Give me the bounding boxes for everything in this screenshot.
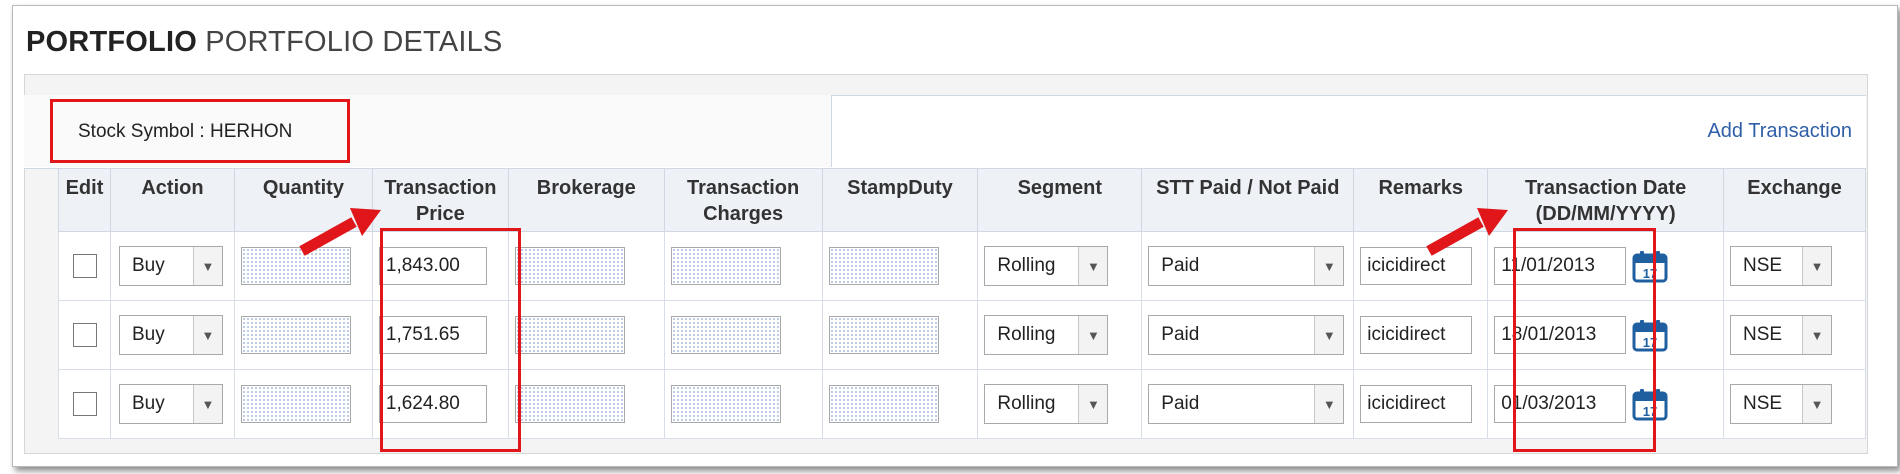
remarks-input[interactable]: icicidirect xyxy=(1360,385,1473,423)
brokerage-cell xyxy=(507,369,665,439)
page-title: PORTFOLIO PORTFOLIO DETAILS xyxy=(26,26,502,59)
col-exchange: Exchange xyxy=(1723,168,1866,232)
action-select[interactable]: Buy ▼ xyxy=(118,315,223,355)
exchange-cell: NSE ▼ xyxy=(1723,300,1866,370)
segment-select[interactable]: Rolling ▼ xyxy=(984,315,1109,355)
action-select[interactable]: Buy ▼ xyxy=(118,246,223,286)
col-transaction-date: Transaction Date (DD/MM/YYYY) xyxy=(1487,168,1725,232)
col-brokerage: Brokerage xyxy=(507,168,665,232)
brokerage-cell xyxy=(507,231,665,301)
remarks-input[interactable]: icicidirect xyxy=(1360,316,1473,354)
action-select[interactable]: Buy ▼ xyxy=(118,384,223,424)
annotation-box-date-column xyxy=(1513,228,1656,452)
edit-cell xyxy=(58,300,111,370)
col-transaction-price: Transaction Price xyxy=(371,168,509,232)
annotation-box-stock-symbol xyxy=(50,99,350,163)
col-stampduty: StampDuty xyxy=(821,168,979,232)
exchange-cell: NSE ▼ xyxy=(1723,369,1866,439)
charges-cell xyxy=(663,369,823,439)
stampduty-cell xyxy=(821,300,979,370)
stt-cell: Paid ▼ xyxy=(1141,300,1355,370)
transaction-charges-input[interactable] xyxy=(670,385,781,423)
action-cell: Buy ▼ xyxy=(109,369,235,439)
chevron-down-icon: ▼ xyxy=(192,247,222,285)
chevron-down-icon: ▼ xyxy=(1078,385,1108,423)
chevron-down-icon: ▼ xyxy=(1802,316,1832,354)
page-title-bold: PORTFOLIO xyxy=(26,26,197,58)
col-transaction-charges: Transaction Charges xyxy=(663,168,823,232)
stampduty-input[interactable] xyxy=(828,385,939,423)
quantity-input[interactable] xyxy=(240,316,351,354)
exchange-select[interactable]: NSE ▼ xyxy=(1730,315,1833,355)
segment-cell: Rolling ▼ xyxy=(977,231,1143,301)
segment-select[interactable]: Rolling ▼ xyxy=(984,246,1109,286)
charges-cell xyxy=(663,231,823,301)
segment-cell: Rolling ▼ xyxy=(977,369,1143,439)
stt-cell: Paid ▼ xyxy=(1141,231,1355,301)
chevron-down-icon: ▼ xyxy=(1802,385,1832,423)
add-transaction-link[interactable]: Add Transaction xyxy=(1707,120,1852,143)
brokerage-input[interactable] xyxy=(514,247,625,285)
stt-select[interactable]: Paid ▼ xyxy=(1148,315,1345,355)
col-segment: Segment xyxy=(977,168,1143,232)
col-edit: Edit xyxy=(58,168,111,232)
brokerage-input[interactable] xyxy=(514,385,625,423)
chevron-down-icon: ▼ xyxy=(192,385,222,423)
stampduty-cell xyxy=(821,231,979,301)
stampduty-input[interactable] xyxy=(828,247,939,285)
action-cell: Buy ▼ xyxy=(109,300,235,370)
stt-cell: Paid ▼ xyxy=(1141,369,1355,439)
edit-cell xyxy=(58,231,111,301)
exchange-cell: NSE ▼ xyxy=(1723,231,1866,301)
brokerage-cell xyxy=(507,300,665,370)
chevron-down-icon: ▼ xyxy=(1078,316,1108,354)
chevron-down-icon: ▼ xyxy=(1078,247,1108,285)
annotation-arrow-price xyxy=(299,208,381,256)
annotation-arrow-date xyxy=(1426,208,1508,256)
chevron-down-icon: ▼ xyxy=(1314,385,1344,423)
chevron-down-icon: ▼ xyxy=(192,316,222,354)
chevron-down-icon: ▼ xyxy=(1314,247,1344,285)
segment-cell: Rolling ▼ xyxy=(977,300,1143,370)
page-title-sub: PORTFOLIO DETAILS xyxy=(205,26,503,58)
quantity-cell xyxy=(233,300,373,370)
stt-select[interactable]: Paid ▼ xyxy=(1148,384,1345,424)
chevron-down-icon: ▼ xyxy=(1314,316,1344,354)
action-cell: Buy ▼ xyxy=(109,231,235,301)
col-action: Action xyxy=(109,168,235,232)
brokerage-input[interactable] xyxy=(514,316,625,354)
chevron-down-icon: ▼ xyxy=(1802,247,1832,285)
edit-checkbox[interactable] xyxy=(73,392,97,416)
exchange-select[interactable]: NSE ▼ xyxy=(1730,246,1833,286)
exchange-select[interactable]: NSE ▼ xyxy=(1730,384,1833,424)
stampduty-input[interactable] xyxy=(828,316,939,354)
transaction-charges-input[interactable] xyxy=(670,247,781,285)
edit-checkbox[interactable] xyxy=(73,323,97,347)
transaction-charges-input[interactable] xyxy=(670,316,781,354)
col-stt: STT Paid / Not Paid xyxy=(1141,168,1355,232)
stampduty-cell xyxy=(821,369,979,439)
quantity-cell xyxy=(233,369,373,439)
edit-checkbox[interactable] xyxy=(73,254,97,278)
remarks-cell: icicidirect xyxy=(1353,369,1489,439)
remarks-cell: icicidirect xyxy=(1353,300,1489,370)
annotation-box-price-column xyxy=(380,228,521,452)
stt-select[interactable]: Paid ▼ xyxy=(1148,246,1345,286)
segment-select[interactable]: Rolling ▼ xyxy=(984,384,1109,424)
edit-cell xyxy=(58,369,111,439)
quantity-input[interactable] xyxy=(240,385,351,423)
charges-cell xyxy=(663,300,823,370)
